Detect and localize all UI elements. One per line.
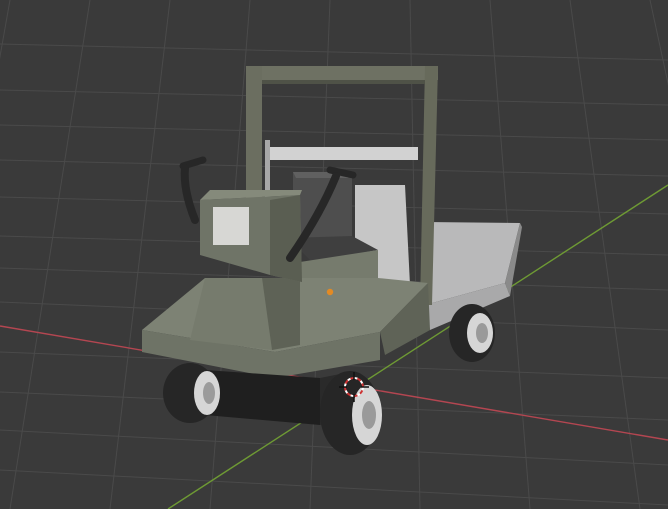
canopy-bar (265, 147, 418, 160)
3d-viewport[interactable] (0, 0, 668, 509)
front-right-wheel (320, 371, 382, 455)
rear-right-wheel (449, 304, 495, 362)
origin-dot (326, 288, 334, 296)
utility-cart[interactable] (142, 66, 522, 455)
chassis-underside (205, 370, 320, 425)
console-screen (213, 207, 249, 245)
